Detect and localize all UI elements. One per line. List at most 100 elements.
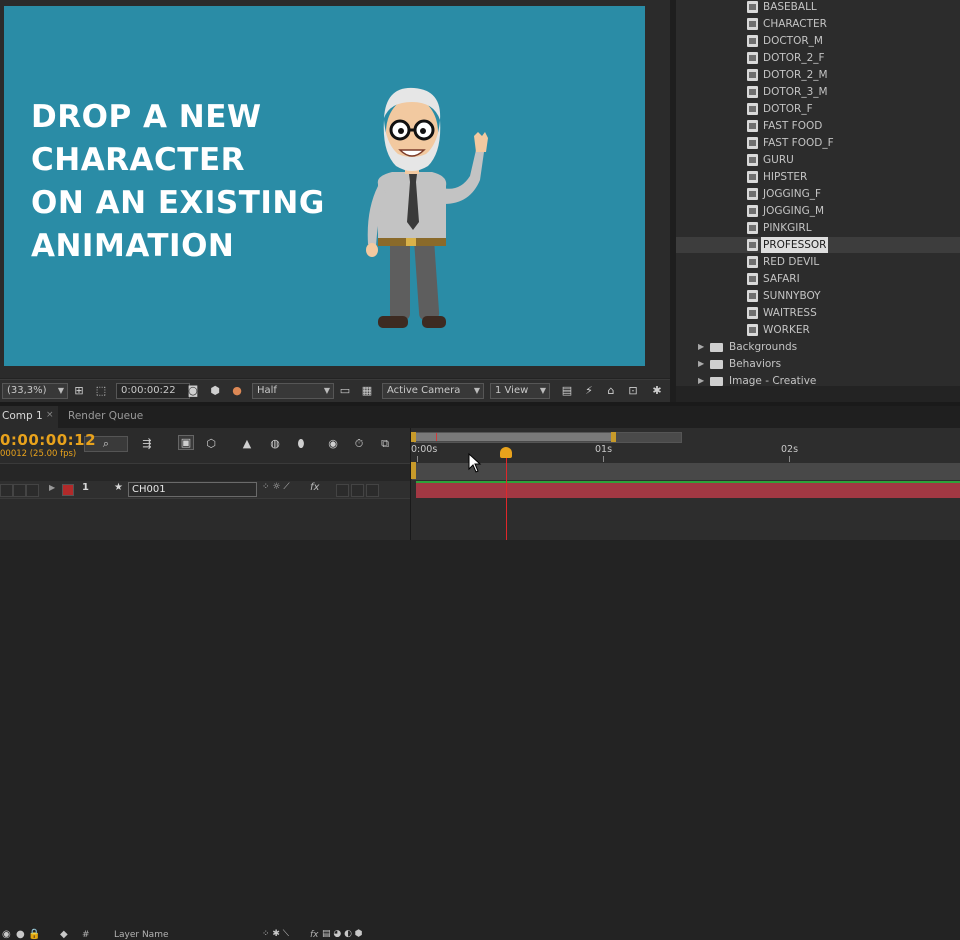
project-item-doctor-m[interactable]: DOCTOR_M bbox=[676, 33, 960, 49]
tab-render-queue[interactable]: Render Queue bbox=[60, 406, 150, 428]
file-icon bbox=[747, 120, 758, 132]
file-icon bbox=[747, 273, 758, 285]
folder-image-creative[interactable]: ▶ Image - Creative bbox=[676, 373, 960, 386]
brainstorm-icon[interactable]: ⬮ bbox=[294, 437, 308, 450]
current-time-indicator-value[interactable]: 0:00:00:12 bbox=[0, 431, 96, 449]
layer-name-column-header[interactable]: Layer Name bbox=[114, 930, 169, 940]
layer-fx-switch[interactable]: fx bbox=[310, 482, 319, 493]
project-item-dotor-3-m[interactable]: DOTOR_3_M bbox=[676, 84, 960, 100]
composition-canvas[interactable]: DROP A NEW CHARACTER ON AN EXISTING ANIM… bbox=[4, 6, 645, 366]
project-item-worker[interactable]: WORKER bbox=[676, 322, 960, 338]
tab-comp-1[interactable]: Comp 1 × bbox=[0, 406, 58, 428]
frame-blending-icon[interactable]: ▲ bbox=[240, 437, 254, 450]
project-item-hipster[interactable]: HIPSTER bbox=[676, 169, 960, 185]
view-layout-value: 1 View bbox=[495, 385, 529, 396]
mask-visibility-icon[interactable]: ⬚ bbox=[94, 384, 108, 397]
project-item-fast-food[interactable]: FAST FOOD bbox=[676, 118, 960, 134]
timeline-icon[interactable]: ⌂ bbox=[604, 384, 618, 397]
project-item-character[interactable]: CHARACTER bbox=[676, 16, 960, 32]
playhead-handle[interactable] bbox=[500, 447, 512, 458]
layer-duration-bar[interactable] bbox=[416, 481, 960, 498]
folder-label: Backgrounds bbox=[729, 341, 798, 353]
toggle-pixel-aspect-icon[interactable]: ▤ bbox=[560, 384, 574, 397]
audio-toggle[interactable] bbox=[13, 484, 26, 497]
transparency-grid-icon[interactable]: ▦ bbox=[360, 384, 374, 397]
close-icon[interactable]: × bbox=[46, 410, 54, 420]
resolution-dropdown[interactable]: Half ▼ bbox=[252, 383, 334, 399]
project-item-waitress[interactable]: WAITRESS bbox=[676, 305, 960, 321]
project-item-dotor-f[interactable]: DOTOR_F bbox=[676, 101, 960, 117]
project-item-label: SAFARI bbox=[763, 273, 800, 285]
project-item-dotor-2-m[interactable]: DOTOR_2_M bbox=[676, 67, 960, 83]
expand-triangle-icon[interactable]: ▶ bbox=[698, 339, 704, 355]
file-icon bbox=[747, 239, 758, 251]
motion-blur-icon[interactable]: ◍ bbox=[268, 437, 282, 450]
layer-switch-box-3[interactable] bbox=[366, 484, 379, 497]
headline-line-4: ANIMATION bbox=[31, 228, 235, 264]
magnification-dropdown[interactable]: (33,3%) ▼ bbox=[2, 383, 68, 399]
work-area-start-handle[interactable] bbox=[411, 432, 416, 442]
lock-toggle[interactable] bbox=[26, 484, 39, 497]
chevron-down-icon: ▼ bbox=[323, 386, 330, 395]
layer-name-field[interactable]: CH001 bbox=[128, 482, 257, 497]
work-area-range[interactable] bbox=[414, 433, 614, 441]
project-item-dotor-2-f[interactable]: DOTOR_2_F bbox=[676, 50, 960, 66]
playhead-line[interactable] bbox=[506, 448, 507, 540]
show-snapshot-icon[interactable]: ⬢ bbox=[208, 384, 222, 397]
current-time-display[interactable]: 0:00:00:22 bbox=[116, 383, 190, 399]
project-item-label: FAST FOOD bbox=[763, 120, 823, 132]
project-item-red-devil[interactable]: RED DEVIL bbox=[676, 254, 960, 270]
camera-view-dropdown[interactable]: Active Camera ▼ bbox=[382, 383, 484, 399]
project-item-label: WAITRESS bbox=[763, 307, 817, 319]
project-item-jogging-m[interactable]: JOGGING_M bbox=[676, 203, 960, 219]
expand-triangle-icon[interactable]: ▶ bbox=[698, 373, 704, 386]
project-item-jogging-f[interactable]: JOGGING_F bbox=[676, 186, 960, 202]
folder-behaviors[interactable]: ▶ Behaviors bbox=[676, 356, 960, 372]
project-item-guru[interactable]: GURU bbox=[676, 152, 960, 168]
track-header-row bbox=[412, 463, 960, 480]
layer-bar-highlight bbox=[416, 481, 960, 483]
project-item-sunnyboy[interactable]: SUNNYBOY bbox=[676, 288, 960, 304]
camera-snapshot-icon[interactable]: ◙ bbox=[186, 384, 200, 397]
project-item-safari[interactable]: SAFARI bbox=[676, 271, 960, 287]
label-color-swatch[interactable] bbox=[62, 484, 74, 496]
expand-triangle-icon[interactable]: ▶ bbox=[698, 356, 704, 372]
ruler-tick bbox=[789, 456, 790, 462]
file-icon bbox=[747, 256, 758, 268]
expand-triangle-icon[interactable]: ▶ bbox=[49, 483, 55, 492]
video-toggle[interactable] bbox=[0, 484, 13, 497]
ruler-label-2s: 02s bbox=[781, 444, 799, 455]
headline-line-1: DROP A NEW bbox=[31, 99, 262, 135]
audio-header-icon: ◉ bbox=[2, 929, 11, 940]
layer-row[interactable]: ▶ 1 ★ CH001 ⁘ ☼ ⟋ fx bbox=[0, 481, 410, 499]
layer-switch-icons[interactable]: ⁘ ☼ ⟋ bbox=[262, 482, 290, 492]
graph-editor-eye-icon[interactable]: ◉ bbox=[326, 437, 340, 450]
flowchart-icon[interactable]: ⊡ bbox=[626, 384, 640, 397]
shy-layers-icon[interactable]: ⬡ bbox=[204, 437, 218, 450]
project-item-pinkgirl[interactable]: PINKGIRL bbox=[676, 220, 960, 236]
fx-header: fx bbox=[310, 930, 319, 940]
stopwatch-icon[interactable]: ⏱ bbox=[352, 437, 366, 450]
time-ruler[interactable] bbox=[412, 444, 960, 462]
chevron-down-icon: ▼ bbox=[57, 386, 64, 395]
region-of-interest-icon[interactable]: ▭ bbox=[338, 384, 352, 397]
file-icon bbox=[747, 137, 758, 149]
project-item-label: JOGGING_M bbox=[763, 205, 825, 217]
project-item-professor[interactable]: PROFESSOR bbox=[676, 237, 960, 253]
draft-3d-icon[interactable]: ▣ bbox=[178, 435, 194, 450]
project-item-fast-food-f[interactable]: FAST FOOD_F bbox=[676, 135, 960, 151]
exposure-icon[interactable]: ✱ bbox=[650, 384, 664, 397]
graph-editor-icon[interactable]: ⧉ bbox=[378, 437, 392, 450]
project-item-baseball[interactable]: BASEBALL bbox=[676, 0, 960, 15]
folder-backgrounds[interactable]: ▶ Backgrounds bbox=[676, 339, 960, 355]
view-layout-dropdown[interactable]: 1 View ▼ bbox=[490, 383, 550, 399]
layer-switch-box-1[interactable] bbox=[336, 484, 349, 497]
layer-switch-box-2[interactable] bbox=[351, 484, 364, 497]
composition-mini-flowchart-icon[interactable]: ⇶ bbox=[140, 437, 154, 450]
work-area-end-handle[interactable] bbox=[611, 432, 616, 442]
channels-icon[interactable]: ● bbox=[230, 384, 244, 397]
composition-viewer[interactable]: DROP A NEW CHARACTER ON AN EXISTING ANIM… bbox=[0, 0, 670, 378]
project-item-label: JOGGING_F bbox=[763, 188, 822, 200]
safe-margins-icon[interactable]: ⊞ bbox=[72, 384, 86, 397]
fast-previews-icon[interactable]: ⚡ bbox=[582, 384, 596, 397]
